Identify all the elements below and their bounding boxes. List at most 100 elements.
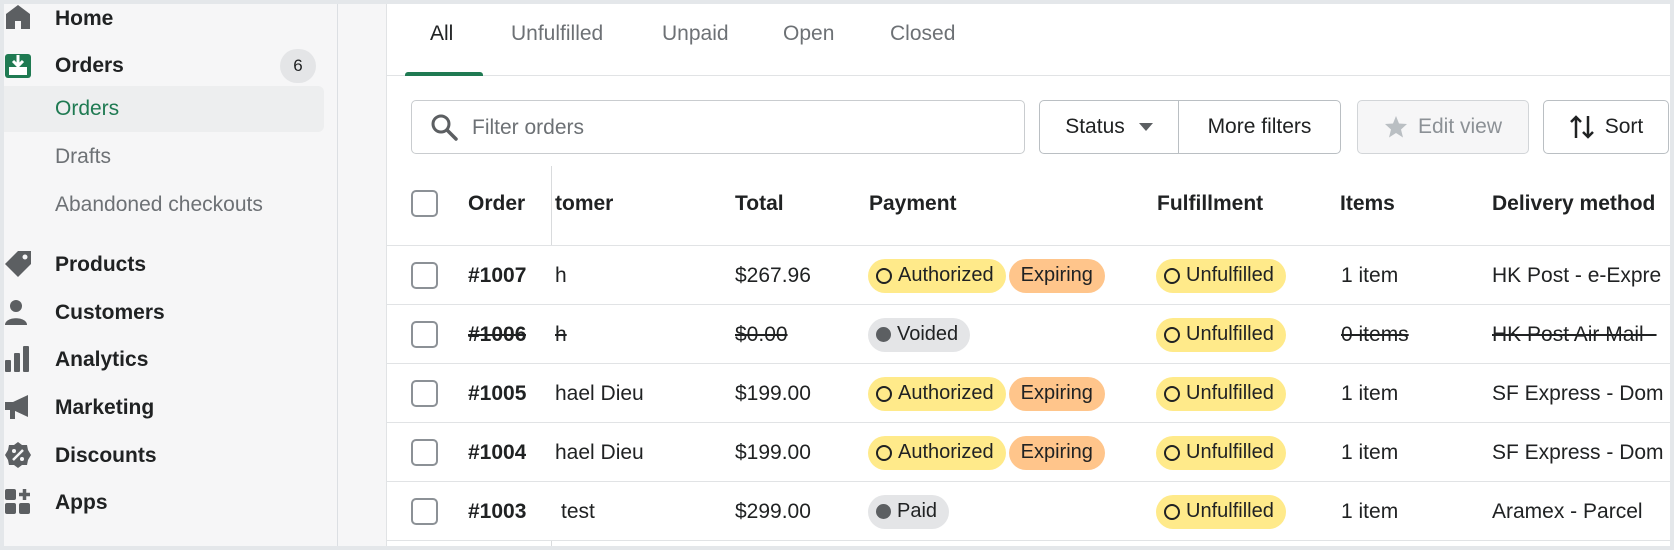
payment-badge: Authorized: [868, 258, 1006, 293]
table-row[interactable]: #1005 hael Dieu $199.00 Authorized Expiri…: [387, 364, 1670, 423]
sidebar-item-label: Marketing: [55, 396, 155, 419]
payment-badge: Authorized: [868, 376, 1006, 411]
search-icon: [431, 114, 458, 141]
sidebar-item-customers[interactable]: Customers: [4, 290, 334, 336]
tab-closed[interactable]: Closed: [890, 22, 955, 76]
sidebar-item-label: Home: [55, 7, 114, 30]
payment-badge-label: Voided: [897, 323, 959, 345]
fulfillment-status: Unfulfilled: [1156, 364, 1289, 423]
sidebar-item-analytics[interactable]: Analytics: [4, 337, 334, 383]
header-delivery-method[interactable]: Delivery method: [1492, 192, 1655, 216]
customer-name: hael Dieu: [555, 440, 644, 464]
sidebar-item-label: Customers: [55, 301, 165, 324]
table-row[interactable]: #1003 test $299.00 Paid Unfulfilled 1 it…: [387, 482, 1670, 541]
header-items[interactable]: Items: [1340, 192, 1395, 216]
filled-circle-icon: [876, 504, 891, 519]
payment-badge-label: Authorized: [898, 441, 994, 463]
tab-open[interactable]: Open: [783, 22, 834, 76]
payment-status: Authorized Expiring: [868, 423, 1108, 482]
incomplete-circle-icon: [876, 385, 892, 402]
sidebar-item-label: Products: [55, 253, 147, 276]
sidebar-item-label: Abandoned checkouts: [55, 193, 263, 216]
fulfillment-badge-label: Unfulfilled: [1186, 441, 1274, 463]
header-fulfillment[interactable]: Fulfillment: [1157, 192, 1263, 216]
customer-name: h: [555, 263, 567, 287]
order-number[interactable]: #1005: [468, 364, 526, 423]
row-checkbox[interactable]: [411, 439, 438, 466]
app-frame: Home Orders 6 Orders Drafts Abandoned ch…: [4, 4, 1670, 546]
order-tabs: All Unfulfilled Unpaid Open Closed: [387, 4, 1670, 76]
sidebar-item-label: Apps: [55, 491, 108, 514]
tab-all[interactable]: All: [430, 22, 453, 76]
apps-grid-icon: [5, 489, 30, 514]
edit-view-button[interactable]: Edit view: [1357, 100, 1529, 154]
filter-orders-input[interactable]: Filter orders: [411, 100, 1025, 154]
table-header: Order tomer Total Payment Fulfillment It…: [387, 166, 1670, 246]
header-payment[interactable]: Payment: [869, 192, 957, 216]
incomplete-circle-icon: [1164, 444, 1180, 461]
fulfillment-badge: Unfulfilled: [1156, 258, 1286, 293]
customer-name: hael Dieu: [555, 381, 644, 405]
items-count: 1 item: [1341, 263, 1399, 287]
incomplete-circle-icon: [1164, 326, 1180, 343]
megaphone-icon: [5, 395, 28, 419]
row-checkbox[interactable]: [411, 262, 438, 289]
orders-count-badge: 6: [280, 49, 316, 83]
order-number[interactable]: #1004: [468, 423, 526, 482]
sidebar-subitem-orders[interactable]: Orders: [4, 86, 324, 132]
filled-circle-icon: [876, 327, 891, 342]
delivery-method: SF Express - Dom: [1492, 381, 1664, 405]
star-icon: [1384, 116, 1407, 138]
order-number[interactable]: #1006: [468, 305, 526, 364]
sort-button[interactable]: Sort: [1543, 100, 1669, 154]
sidebar-item-label: Drafts: [55, 145, 112, 168]
delivery-method: Aramex - Parcel: [1492, 499, 1643, 523]
status-filter-button[interactable]: Status: [1039, 100, 1179, 154]
sidebar-item-products[interactable]: Products: [4, 242, 334, 288]
table-row[interactable]: #1006 h $0.00 Voided Unfulfilled 0 items…: [387, 305, 1670, 364]
incomplete-circle-icon: [1164, 503, 1180, 520]
row-checkbox[interactable]: [411, 321, 438, 348]
more-filters-button[interactable]: More filters: [1178, 100, 1341, 154]
payment-status: Paid: [868, 482, 952, 541]
order-total: $199.00: [735, 381, 811, 405]
sidebar-subitem-drafts[interactable]: Drafts: [4, 134, 324, 180]
items-count: 0 items: [1341, 322, 1409, 346]
orders-main-panel: All Unfulfilled Unpaid Open Closed Filte…: [386, 4, 1670, 546]
fulfillment-status: Unfulfilled: [1156, 482, 1289, 541]
header-order[interactable]: Order: [468, 192, 525, 216]
order-number[interactable]: #1007: [468, 246, 526, 305]
row-checkbox[interactable]: [411, 380, 438, 407]
fulfillment-badge: Unfulfilled: [1156, 376, 1286, 411]
fulfillment-badge-label: Unfulfilled: [1186, 500, 1274, 522]
customer-name: h: [555, 322, 567, 346]
sidebar-item-discounts[interactable]: Discounts: [4, 433, 334, 479]
sidebar-item-marketing[interactable]: Marketing: [4, 385, 334, 431]
delivery-method: HK Post - e-Expre: [1492, 263, 1662, 287]
row-checkbox[interactable]: [411, 498, 438, 525]
header-customer[interactable]: tomer: [555, 192, 613, 216]
sidebar-item-orders[interactable]: Orders 6: [4, 43, 334, 89]
incomplete-circle-icon: [1164, 267, 1180, 284]
items-count: 1 item: [1341, 440, 1399, 464]
fulfillment-status: Unfulfilled: [1156, 305, 1289, 364]
select-all-checkbox[interactable]: [411, 190, 438, 217]
sidebar-item-home[interactable]: Home: [4, 4, 334, 42]
expiring-badge: Expiring: [1008, 435, 1105, 470]
tab-unpaid[interactable]: Unpaid: [662, 22, 729, 76]
customer-name: test: [561, 499, 595, 523]
fulfillment-status: Unfulfilled: [1156, 423, 1289, 482]
expiring-badge: Expiring: [1008, 376, 1105, 411]
table-row[interactable]: #1004 hael Dieu $199.00 Authorized Expiri…: [387, 423, 1670, 482]
expiring-badge: Expiring: [1008, 258, 1105, 293]
header-total[interactable]: Total: [735, 192, 784, 216]
sidebar-subitem-abandoned-checkouts[interactable]: Abandoned checkouts: [4, 182, 324, 228]
payment-status: Authorized Expiring: [868, 246, 1108, 305]
table-row[interactable]: #1007 h $267.96 Authorized Expiring Unful…: [387, 246, 1670, 305]
sidebar-item-apps[interactable]: Apps: [4, 480, 334, 526]
fulfillment-badge: Unfulfilled: [1156, 317, 1286, 352]
order-number[interactable]: #1003: [468, 482, 526, 541]
orders-inbox-icon: [5, 54, 31, 78]
tab-unfulfilled[interactable]: Unfulfilled: [511, 22, 603, 76]
caret-down-icon: [1138, 123, 1153, 131]
